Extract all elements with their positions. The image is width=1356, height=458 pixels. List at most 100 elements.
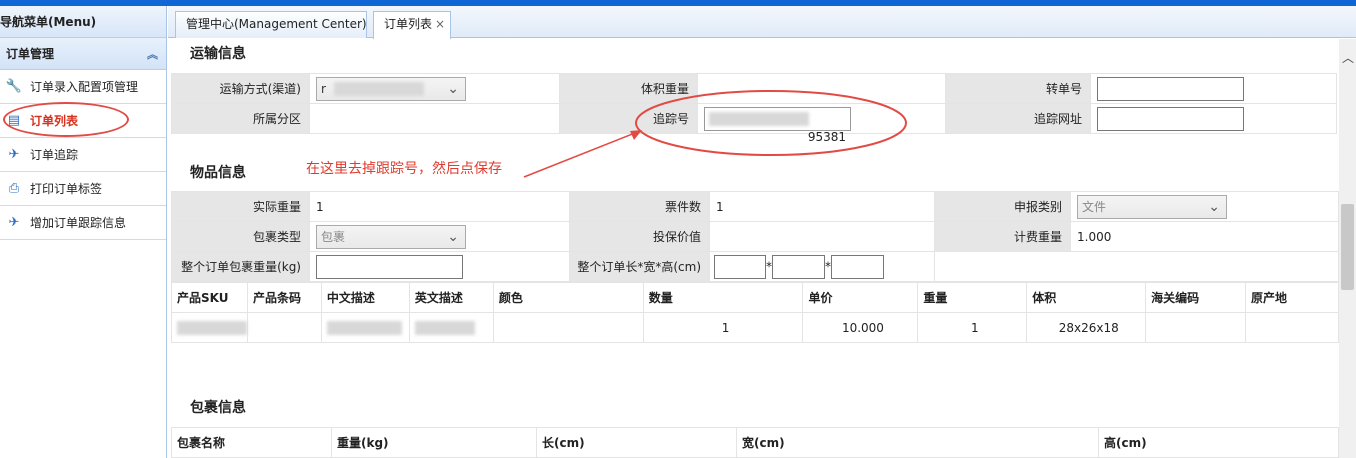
- billing-weight-label: 计费重量: [934, 221, 1071, 252]
- package-table: 包裹名称 重量(kg) 长(cm) 宽(cm) 高(cm): [171, 427, 1339, 458]
- zone-value: [309, 103, 560, 134]
- product-table: 产品SKU 产品条码 中文描述 英文描述 颜色 数量 单价 重量 体积 海关编码…: [171, 282, 1339, 343]
- length-input[interactable]: [714, 254, 766, 279]
- column-header: 重量: [917, 282, 1028, 313]
- sidebar-item-label: 打印订单标签: [30, 182, 103, 196]
- shipping-method-select[interactable]: r ⌄: [316, 76, 466, 101]
- transfer-label: 转单号: [945, 73, 1091, 104]
- tracking-url-label: 追踪网址: [945, 103, 1091, 134]
- dimensions-label: 整个订单长*宽*高(cm): [569, 251, 710, 282]
- tracking-label: 追踪号: [559, 103, 698, 134]
- wrench-icon: 🔧: [5, 79, 23, 94]
- column-header: 重量(kg): [331, 427, 537, 458]
- empty-cell: [934, 251, 1339, 282]
- redacted-text: [709, 111, 809, 126]
- pieces-value: 1: [709, 191, 935, 222]
- table-header-row: 包裹名称 重量(kg) 长(cm) 宽(cm) 高(cm): [171, 427, 1339, 458]
- tab-management-center[interactable]: 管理中心(Management Center): [175, 11, 367, 38]
- pieces-label: 票件数: [569, 191, 710, 222]
- airplane-icon: ✈: [8, 215, 20, 230]
- package-type-select[interactable]: 包裹 ⌄: [316, 224, 466, 249]
- volume-weight-value: [697, 73, 946, 104]
- column-header: 原产地: [1245, 282, 1339, 313]
- section-title-goods: 物品信息: [190, 165, 246, 181]
- column-header: 颜色: [492, 282, 644, 313]
- sidebar-item-label: 订单追踪: [30, 148, 79, 162]
- actual-weight-value: 1: [309, 191, 570, 222]
- tab-bar: 管理中心(Management Center) 订单列表 ×: [168, 6, 1356, 39]
- sidebar-item-print-label[interactable]: ⎙ 打印订单标签: [0, 172, 166, 206]
- declare-type-select[interactable]: 文件 ⌄: [1077, 194, 1227, 219]
- table-cell: [1245, 312, 1339, 343]
- total-package-weight-input[interactable]: [316, 254, 463, 279]
- column-header: 高(cm): [1098, 427, 1339, 458]
- table-cell: [492, 312, 644, 343]
- highlight-circle: [3, 102, 129, 137]
- tab-label: 管理中心(Management Center): [186, 17, 367, 31]
- insured-value-label: 投保价值: [569, 221, 710, 252]
- redacted-text: [414, 320, 475, 335]
- annotation-arrow-line: [523, 130, 641, 178]
- sidebar-item-add-tracking[interactable]: ✈ 增加订单跟踪信息: [0, 206, 166, 240]
- collapse-chevron-icon[interactable]: ︽: [147, 46, 158, 62]
- table-cell-weight: 1: [917, 312, 1028, 343]
- main-content: 运输信息 运输方式(渠道) r ⌄ 体积重量 转单号 所属分区 追踪号 9538…: [168, 39, 1339, 458]
- table-cell-volume: 28x26x18: [1026, 312, 1147, 343]
- redacted-text: [177, 320, 247, 335]
- sidebar-item-config[interactable]: 🔧 订单录入配置项管理: [0, 70, 166, 104]
- sidebar: 导航菜单(Menu) 订单管理 ︽ 🔧 订单录入配置项管理 ▤ 订单列表 ✈ 订…: [0, 6, 167, 458]
- declare-type-label: 申报类别: [934, 191, 1071, 222]
- scrollbar-thumb[interactable]: [1341, 204, 1354, 290]
- annotation-text: 在这里去掉跟踪号，然后点保存: [306, 161, 502, 177]
- table-row[interactable]: 1 10.000 1 28x26x18: [171, 312, 1339, 343]
- column-header: 数量: [642, 282, 804, 313]
- redacted-text: [333, 82, 424, 96]
- column-header: 单价: [802, 282, 919, 313]
- airplane-icon: ✈: [8, 147, 20, 162]
- column-header: 中文描述: [320, 282, 410, 313]
- transfer-number-input[interactable]: [1097, 76, 1244, 101]
- table-cell: [247, 312, 322, 343]
- shipping-form: 运输方式(渠道) r ⌄ 体积重量 转单号 所属分区 追踪号 95381 追踪网…: [171, 73, 1337, 144]
- method-label: 运输方式(渠道): [171, 73, 310, 104]
- package-type-label: 包裹类型: [171, 221, 310, 252]
- table-header-row: 产品SKU 产品条码 中文描述 英文描述 颜色 数量 单价 重量 体积 海关编码…: [171, 282, 1339, 313]
- printer-icon: ⎙: [8, 181, 20, 196]
- column-header: 包裹名称: [171, 427, 332, 458]
- table-cell-price: 10.000: [802, 312, 919, 343]
- column-header: 产品SKU: [171, 282, 248, 313]
- vertical-scrollbar[interactable]: ︿: [1339, 39, 1356, 458]
- scroll-up-icon[interactable]: ︿: [1342, 49, 1354, 66]
- sidebar-group-order-management[interactable]: 订单管理 ︽: [0, 38, 166, 70]
- sidebar-item-label: 增加订单跟踪信息: [30, 216, 127, 230]
- tab-label: 订单列表: [384, 17, 433, 31]
- select-value: 文件: [1082, 199, 1107, 214]
- billing-weight-value: 1.000: [1070, 221, 1339, 252]
- close-icon[interactable]: ×: [435, 17, 445, 31]
- height-input[interactable]: [831, 254, 884, 279]
- chevron-down-icon: ⌄: [1208, 198, 1220, 215]
- select-value: 包裹: [321, 229, 346, 244]
- tracking-number-input[interactable]: 95381: [704, 106, 851, 144]
- chevron-down-icon: ⌄: [447, 228, 459, 245]
- total-package-weight-label: 整个订单包裹重量(kg): [171, 251, 310, 282]
- sidebar-title: 导航菜单(Menu): [0, 6, 166, 38]
- sidebar-item-order-tracking[interactable]: ✈ 订单追踪: [0, 138, 166, 172]
- column-header: 产品条码: [247, 282, 322, 313]
- tracking-number-value: 95381: [807, 129, 846, 144]
- redacted-text: [326, 320, 402, 335]
- sidebar-item-label: 订单录入配置项管理: [30, 80, 139, 94]
- goods-form: 实际重量 1 票件数 1 申报类别 文件 ⌄ 包裹类型 包裹 ⌄ 投保价值 计费…: [171, 191, 1339, 282]
- insured-value: [709, 221, 935, 252]
- actual-weight-label: 实际重量: [171, 191, 310, 222]
- column-header: 英文描述: [408, 282, 494, 313]
- width-input[interactable]: [772, 254, 825, 279]
- sidebar-group-label: 订单管理: [6, 47, 55, 61]
- section-title-shipping: 运输信息: [190, 46, 246, 62]
- chevron-down-icon: ⌄: [447, 80, 459, 97]
- volume-weight-label: 体积重量: [559, 73, 698, 104]
- column-header: 海关编码: [1145, 282, 1247, 313]
- section-title-package: 包裹信息: [190, 400, 246, 416]
- tab-order-list[interactable]: 订单列表 ×: [373, 11, 451, 39]
- tracking-url-input[interactable]: [1097, 106, 1244, 131]
